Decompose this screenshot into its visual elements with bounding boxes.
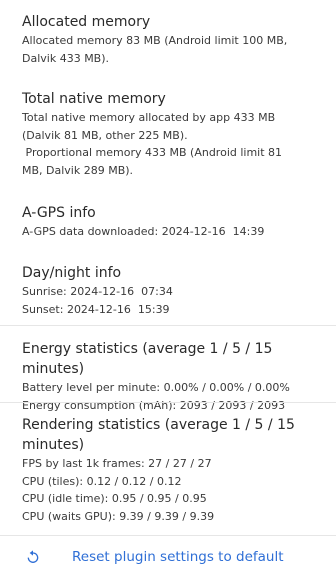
divider [0,535,336,536]
day-night-info-section: Day/night info Sunrise: 2024-12-16 07:34… [0,263,181,318]
rendering-statistics-section: Rendering statistics (average 1 / 5 / 15… [0,415,336,525]
day-night-info-title: Day/night info [22,265,122,281]
agps-info-title: A-GPS info [22,205,96,221]
allocated-memory-details: Allocated memory 83 MB (Android limit 10… [22,34,288,65]
allocated-memory-section: Allocated memory Allocated memory 83 MB … [0,12,295,67]
allocated-memory-title: Allocated memory [22,14,151,30]
rendering-statistics-title: Rendering statistics (average 1 / 5 / 15… [22,417,295,453]
energy-statistics-details: Battery level per minute: 0.00% / 0.00% … [22,381,290,412]
reset-plugin-settings-button[interactable]: Reset plugin settings to default [0,543,336,571]
reset-plugin-settings-label[interactable]: Reset plugin settings to default [72,549,284,565]
agps-info-section: A-GPS info A-GPS data downloaded: 2024-1… [0,203,272,241]
total-native-memory-title: Total native memory [22,91,166,107]
agps-info-details: A-GPS data downloaded: 2024-12-16 14:39 [22,225,265,238]
divider [0,325,336,326]
total-native-memory-details: Total native memory allocated by app 433… [22,111,283,177]
energy-statistics-title: Energy statistics (average 1 / 5 / 15 mi… [22,341,273,377]
divider [0,402,336,403]
rendering-statistics-details: FPS by last 1k frames: 27 / 27 / 27 CPU … [22,457,215,523]
total-native-memory-section: Total native memory Total native memory … [0,89,290,179]
day-night-info-details: Sunrise: 2024-12-16 07:34 Sunset: 2024-1… [22,285,173,316]
reset-icon[interactable] [24,548,42,566]
